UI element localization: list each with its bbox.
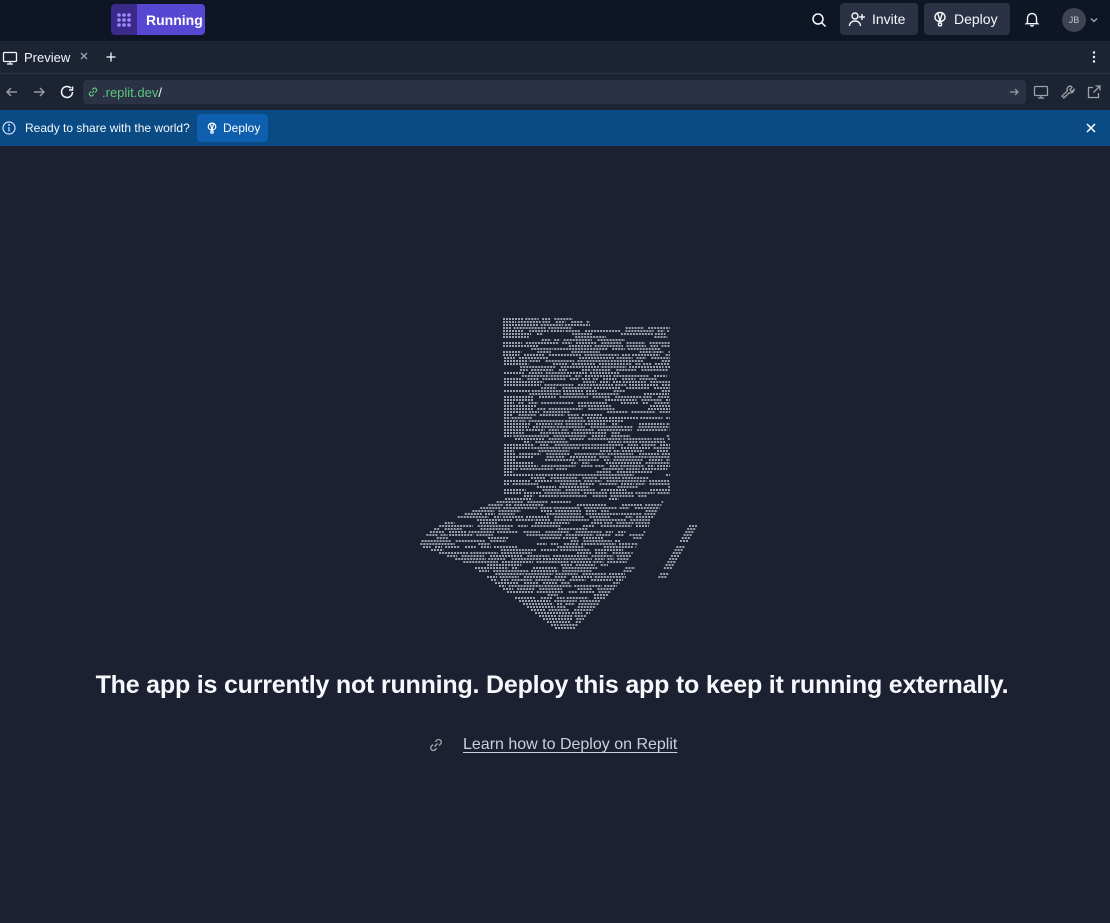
link-icon xyxy=(87,86,99,98)
run-button[interactable]: Running xyxy=(111,4,205,35)
run-button-label: Running xyxy=(137,4,205,35)
learn-deploy-text: Learn how to Deploy on Replit xyxy=(463,736,678,753)
info-icon xyxy=(2,121,16,135)
banner-deploy-label: Deploy xyxy=(223,121,261,135)
invite-button[interactable]: Invite xyxy=(840,3,918,35)
deploy-label: Deploy xyxy=(954,11,998,27)
url-input[interactable]: .replit.dev / xyxy=(83,80,1026,104)
forward-arrow-icon[interactable] xyxy=(31,84,47,100)
avatar: JB xyxy=(1062,7,1086,32)
tab-preview-label: Preview xyxy=(24,50,71,65)
account-menu[interactable]: JB xyxy=(1062,7,1102,32)
learn-deploy-link[interactable]: Learn how to Deploy on Replit xyxy=(428,736,677,754)
close-banner-icon[interactable] xyxy=(1085,122,1097,134)
more-options-icon[interactable] xyxy=(1088,50,1100,64)
ascii-art-chair-icon xyxy=(415,316,705,636)
not-running-message: The app is currently not running. Deploy… xyxy=(95,671,1009,699)
deploy-button[interactable]: Deploy xyxy=(924,3,1010,35)
banner-message: Ready to share with the world? xyxy=(25,121,190,135)
url-path: / xyxy=(158,84,162,100)
deploy-banner: Ready to share with the world? Deploy xyxy=(0,110,1110,146)
invite-label: Invite xyxy=(872,11,906,27)
add-tab-icon[interactable] xyxy=(104,50,118,64)
url-bar: .replit.dev / xyxy=(0,74,1110,110)
device-preview-icon[interactable] xyxy=(1033,84,1049,100)
back-arrow-icon[interactable] xyxy=(4,84,20,100)
url-host: .replit.dev xyxy=(102,84,159,100)
open-new-tab-icon[interactable] xyxy=(1086,84,1102,100)
add-user-icon xyxy=(848,11,866,27)
bell-icon[interactable] xyxy=(1020,7,1044,31)
banner-deploy-button[interactable]: Deploy xyxy=(197,114,268,142)
chevron-down-icon xyxy=(1089,15,1099,25)
deploy-balloon-icon xyxy=(932,11,948,27)
link-icon xyxy=(428,737,444,753)
reload-icon[interactable] xyxy=(59,84,75,100)
deploy-balloon-icon xyxy=(206,122,218,134)
tab-bar: Preview xyxy=(0,42,1110,74)
tab-preview[interactable]: Preview xyxy=(0,42,96,73)
go-arrow-icon[interactable] xyxy=(1008,86,1020,98)
preview-pane: The app is currently not running. Deploy… xyxy=(0,146,1110,923)
monitor-icon xyxy=(2,50,18,66)
close-tab-icon[interactable] xyxy=(78,50,90,62)
top-bar: Running Invite Deploy JB xyxy=(0,0,1110,42)
wrench-icon[interactable] xyxy=(1060,84,1076,100)
run-grid-icon xyxy=(111,4,137,35)
search-icon[interactable] xyxy=(806,7,832,33)
